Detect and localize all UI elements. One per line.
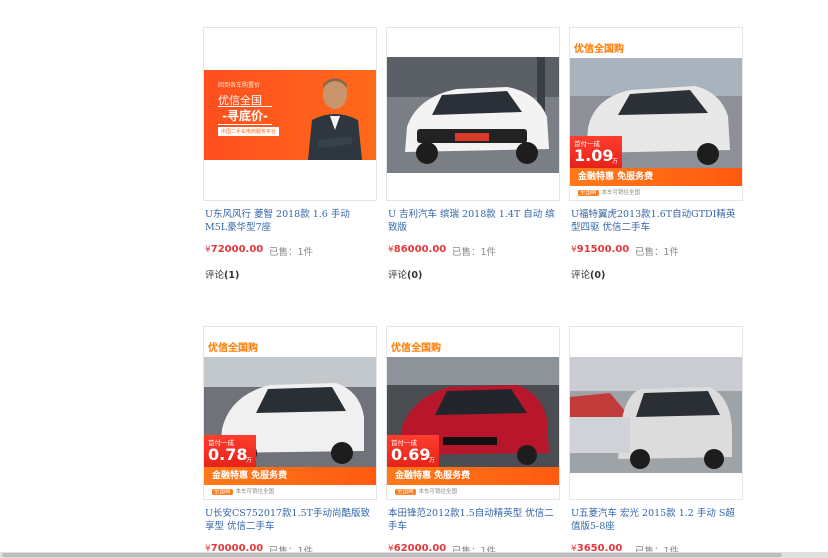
product-image[interactable]: 优信全国购 首付一成 1.09 万 金融特惠 免服务费 全国购 本车可销往全国 [569,27,743,201]
price-row: ¥72000.00 已售：1件 [205,244,377,258]
comment-label: 评论 [571,270,591,281]
product-title[interactable]: U东风风行 菱智 2018款 1.6 手动 M5L豪华型7座 [205,208,373,234]
product-image[interactable]: 回到各车购置价 优信全国 -寻底价- 中国二手车电商服务平台 [203,27,377,201]
sold-count: 已售：1件 [269,244,313,258]
spokesperson-figure [308,78,362,160]
promo-strip: 金融特惠 免服务费 [570,168,742,186]
product-image[interactable] [569,326,743,500]
price-row: ¥86000.00 已售：1件 [388,244,560,258]
comment-link[interactable]: 评论(0) [388,267,422,281]
sold-count: 已售：1件 [452,244,496,258]
top-label: 优信全国购 [574,44,624,55]
comment-count: (0) [407,270,423,281]
badge-value: 0.69 [391,445,431,464]
promo-sub: 全国购 本车可销往全国 [570,186,742,200]
sold-label: 已售： [269,247,298,258]
promo-strip: 金融特惠 免服务费 [387,467,559,485]
down-payment-badge: 首付一成 0.78 万 [204,435,256,467]
comment-count: (1) [224,270,240,281]
sold-label: 已售： [635,247,664,258]
down-payment-badge: 首付一成 1.09 万 [570,136,622,168]
banner-line3: -寻底价- [218,106,272,125]
badge-value: 1.09 [574,146,614,165]
product-title[interactable]: U五菱汽车 宏光 2015款 1.2 手动 S超值版5-8座 [571,507,739,533]
down-payment-badge: 首付一成 0.69 万 [387,435,439,467]
comment-count: (0) [590,270,606,281]
product-title[interactable]: U长安CS752017款1.5T手动尚酷版致享型 优信二手车 [205,507,373,533]
badge-unit: 万 [246,457,253,464]
sold-value: 1件 [480,247,497,258]
product-price: 86000.00 [393,244,447,255]
promo-strip: 金融特惠 免服务费 [204,467,376,485]
promo-tag: 全国购 [578,190,599,196]
car-photo [570,357,742,473]
product-title[interactable]: U福特翼虎2013款1.6T自动GTDI精英型四驱 优信二手车 [571,208,739,234]
promo-sub-text: 本车可销往全国 [601,190,641,196]
product-title[interactable]: 本田锋范2012款1.5自动精英型 优信二手车 [388,507,556,533]
product-title[interactable]: U 吉利汽车 缤瑞 2018款 1.4T 自动 缤致版 [388,208,556,234]
car-photo [387,57,559,173]
top-label: 优信全国购 [391,343,441,354]
product-price: 72000.00 [210,244,264,255]
promo-tag: 全国购 [395,489,416,495]
banner-line4: 中国二手车电商服务平台 [218,127,280,136]
promo-banner: 回到各车购置价 优信全国 -寻底价- 中国二手车电商服务平台 [204,70,376,160]
sold-count: 已售：1件 [635,244,679,258]
promo-sub-text: 本车可销往全国 [418,489,458,495]
promo-sub: 全国购 本车可销往全国 [204,485,376,499]
banner-line1: 回到各车购置价 [218,82,261,89]
comment-label: 评论 [388,270,408,281]
badge-value: 0.78 [208,445,248,464]
product-image[interactable] [386,27,560,201]
badge-unit: 万 [429,457,436,464]
promo-sub: 全国购 本车可销往全国 [387,485,559,499]
sold-label: 已售： [452,247,481,258]
product-image[interactable]: 优信全国购 首付一成 0.69 万 金融特惠 免服务费 全国购 本车可销往全国 [386,326,560,500]
top-label: 优信全国购 [208,343,258,354]
badge-unit: 万 [612,158,619,165]
comment-link[interactable]: 评论(0) [571,267,605,281]
sold-value: 1件 [663,247,680,258]
comment-label: 评论 [205,270,225,281]
promo-sub-text: 本车可销往全国 [235,489,275,495]
product-price: 91500.00 [576,244,630,255]
comment-link[interactable]: 评论(1) [205,267,239,281]
price-row: ¥91500.00 已售：1件 [571,244,743,258]
promo-tag: 全国购 [212,489,233,495]
product-image[interactable]: 优信全国购 首付一成 0.78 万 金融特惠 免服务费 全国购 本车可销往全国 [203,326,377,500]
scrollbar-thumb[interactable] [2,553,782,557]
sold-value: 1件 [297,247,314,258]
